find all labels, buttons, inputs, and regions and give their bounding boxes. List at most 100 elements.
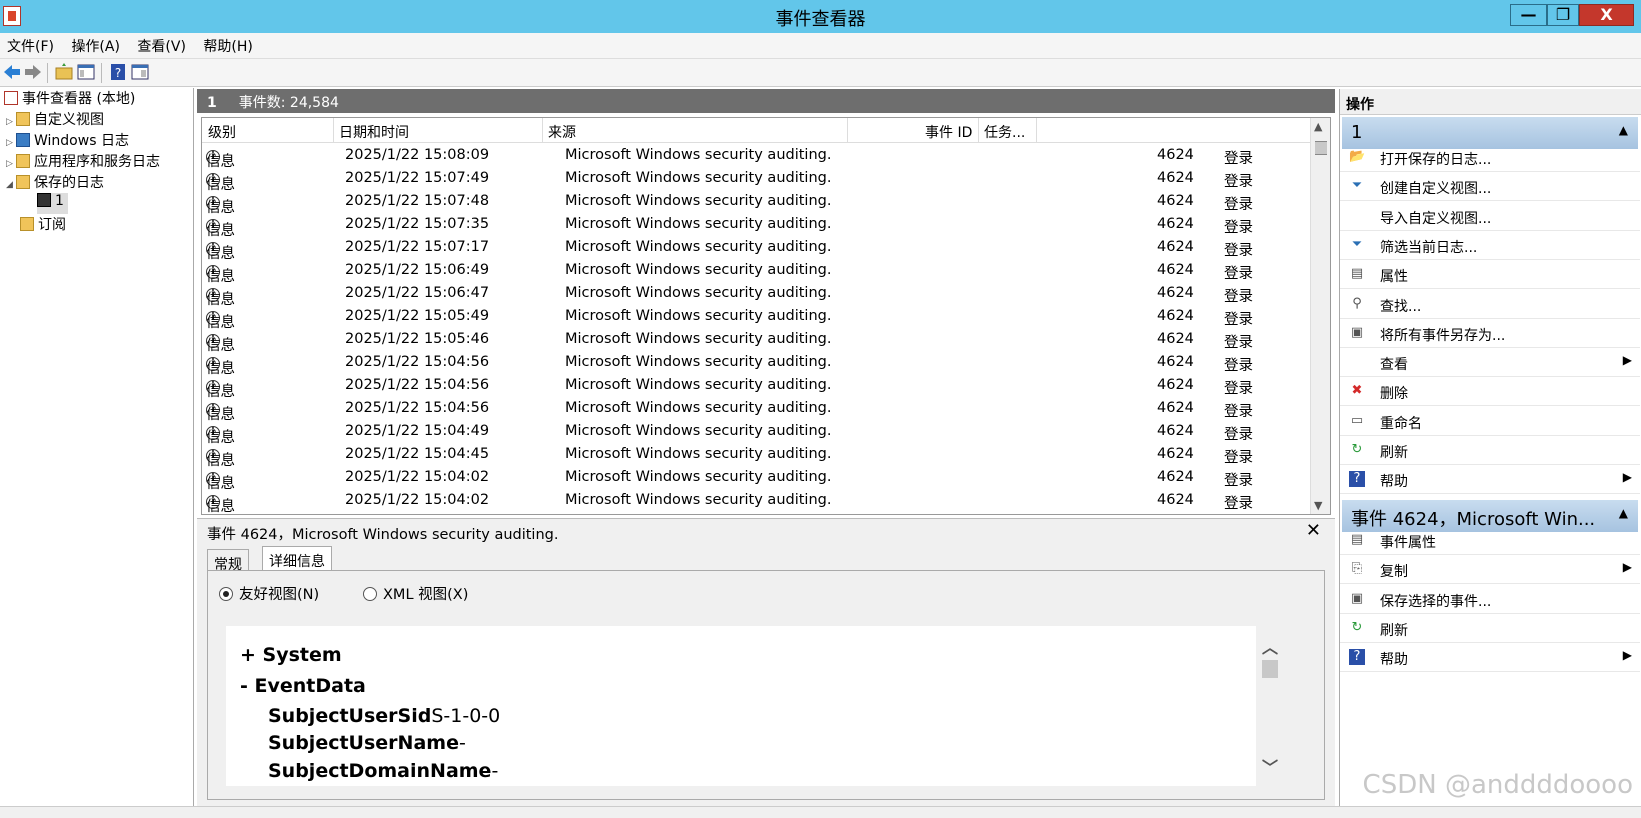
- action-item[interactable]: ▤ 事件属性: [1340, 526, 1640, 555]
- tab-general[interactable]: 常规: [207, 549, 249, 573]
- action-item[interactable]: 查看 ▶: [1340, 348, 1640, 378]
- chevron-down-icon[interactable]: ﹀: [1262, 754, 1278, 778]
- column-header-event-id[interactable]: 事件 ID: [925, 122, 972, 142]
- collapse-arrow-icon[interactable]: ◢: [6, 180, 16, 190]
- column-header-source[interactable]: 来源: [548, 122, 576, 142]
- tree-item-root[interactable]: 事件查看器 (本地): [4, 88, 135, 109]
- minimize-button[interactable]: —: [1510, 4, 1547, 26]
- menu-action[interactable]: 操作(A): [64, 33, 126, 56]
- xml-view-radio[interactable]: XML 视图(X): [363, 583, 468, 604]
- event-id-cell: 4624: [1157, 239, 1194, 255]
- watermark: CSDN @anddddoooo: [1362, 770, 1633, 800]
- column-divider[interactable]: [847, 118, 848, 143]
- folder-icon: [16, 154, 30, 168]
- table-row[interactable]: i 信息 2025/1/22 15:06:49 Microsoft Windows s…: [202, 259, 1312, 285]
- column-divider[interactable]: [333, 118, 334, 143]
- column-header-date[interactable]: 日期和时间: [339, 122, 409, 142]
- column-divider[interactable]: [1036, 118, 1037, 143]
- action-item[interactable]: ? 帮助 ▶: [1340, 465, 1640, 495]
- task-cell: 登录: [1224, 220, 1253, 236]
- table-row[interactable]: i 信息 2025/1/22 15:04:45 Microsoft Windows s…: [202, 443, 1312, 469]
- action-item[interactable]: ↻ 刷新: [1340, 436, 1640, 465]
- collapse-icon[interactable]: ▲: [1619, 506, 1628, 520]
- table-row[interactable]: i 信息 2025/1/22 15:07:17 Microsoft Windows s…: [202, 236, 1312, 262]
- table-row[interactable]: i 信息 2025/1/22 15:04:02 Microsoft Windows s…: [202, 489, 1312, 514]
- action-item[interactable]: ⏷ 筛选当前日志...: [1340, 231, 1640, 260]
- action-item[interactable]: 📂 打开保存的日志...: [1340, 143, 1640, 172]
- table-row[interactable]: i 信息 2025/1/22 15:05:46 Microsoft Windows s…: [202, 328, 1312, 354]
- tree-item-saved-log-1[interactable]: 1: [37, 193, 68, 214]
- eventdata-node[interactable]: - EventData: [240, 675, 366, 697]
- menu-view[interactable]: 查看(V): [130, 33, 192, 56]
- show-hide-tree-icon[interactable]: [76, 62, 96, 82]
- scroll-thumb[interactable]: [1262, 660, 1278, 678]
- status-bar: [0, 806, 1641, 818]
- up-folder-icon[interactable]: [54, 62, 74, 82]
- system-node[interactable]: + System: [240, 644, 342, 666]
- collapse-icon[interactable]: ▲: [1619, 123, 1628, 137]
- restore-button[interactable]: ❐: [1547, 4, 1579, 26]
- tree-item-subscriptions[interactable]: 订阅: [20, 214, 66, 235]
- table-row[interactable]: i 信息 2025/1/22 15:04:49 Microsoft Windows s…: [202, 420, 1312, 446]
- table-row[interactable]: i 信息 2025/1/22 15:07:48 Microsoft Windows s…: [202, 190, 1312, 216]
- table-row[interactable]: i 信息 2025/1/22 15:08:09 Microsoft Windows s…: [202, 144, 1312, 170]
- source-cell: Microsoft Windows security auditing.: [565, 492, 832, 508]
- action-item[interactable]: ▣ 保存选择的事件...: [1340, 585, 1640, 614]
- table-row[interactable]: i 信息 2025/1/22 15:06:47 Microsoft Windows s…: [202, 282, 1312, 308]
- tree-item-app-service-logs[interactable]: ▷ 应用程序和服务日志: [6, 151, 160, 172]
- action-item[interactable]: 导入自定义视图...: [1340, 202, 1640, 231]
- scroll-down-icon[interactable]: ▼: [1314, 499, 1322, 512]
- source-cell: Microsoft Windows security auditing.: [565, 308, 832, 324]
- action-item[interactable]: ▤ 属性: [1340, 260, 1640, 290]
- source-cell: Microsoft Windows security auditing.: [565, 285, 832, 301]
- table-row[interactable]: i 信息 2025/1/22 15:04:56 Microsoft Windows s…: [202, 351, 1312, 377]
- friendly-view-radio[interactable]: 友好视图(N): [219, 583, 319, 604]
- event-data-view: + System - EventData SubjectUserSidS-1-0…: [226, 626, 1256, 786]
- action-item[interactable]: ⎘ 复制 ▶: [1340, 555, 1640, 585]
- expand-arrow-icon[interactable]: ▷: [6, 159, 16, 169]
- detail-scrollbar[interactable]: ︿ ﹀: [1260, 626, 1280, 786]
- column-divider[interactable]: [542, 118, 543, 143]
- action-item[interactable]: ? 帮助 ▶: [1340, 643, 1640, 673]
- action-item[interactable]: ▭ 重命名: [1340, 407, 1640, 436]
- action-pane-icon[interactable]: [130, 62, 150, 82]
- close-icon[interactable]: ✕: [1306, 520, 1321, 541]
- forward-icon[interactable]: [23, 62, 43, 82]
- menu-help[interactable]: 帮助(H): [196, 33, 258, 56]
- grid-scrollbar[interactable]: ▲ ▼: [1310, 118, 1330, 514]
- menu-bar: 文件(F) 操作(A) 查看(V) 帮助(H): [0, 33, 1641, 59]
- action-item[interactable]: ✖ 删除: [1340, 377, 1640, 407]
- tab-details[interactable]: 详细信息: [262, 546, 332, 571]
- help-icon[interactable]: ?: [108, 62, 128, 82]
- scroll-up-icon[interactable]: ▲: [1314, 120, 1322, 133]
- tree-item-windows-logs[interactable]: ▷ Windows 日志: [6, 130, 129, 151]
- menu-file[interactable]: 文件(F): [0, 33, 60, 56]
- help-icon: ?: [1349, 471, 1365, 488]
- table-row[interactable]: i 信息 2025/1/22 15:07:35 Microsoft Windows s…: [202, 213, 1312, 239]
- action-item[interactable]: ↻ 刷新: [1340, 614, 1640, 643]
- date-cell: 2025/1/22 15:04:56: [345, 354, 490, 370]
- expand-arrow-icon[interactable]: ▷: [6, 117, 16, 127]
- submenu-arrow-icon: ▶: [1622, 470, 1632, 485]
- date-cell: 2025/1/22 15:07:49: [345, 170, 490, 186]
- source-cell: Microsoft Windows security auditing.: [565, 331, 832, 347]
- close-button[interactable]: X: [1579, 4, 1634, 26]
- tree-item-custom-views[interactable]: ▷ 自定义视图: [6, 109, 104, 130]
- back-icon[interactable]: [2, 62, 22, 82]
- tree-item-saved-logs[interactable]: ◢ 保存的日志: [6, 172, 104, 193]
- table-row[interactable]: i 信息 2025/1/22 15:04:56 Microsoft Windows s…: [202, 397, 1312, 423]
- column-divider[interactable]: [978, 118, 979, 143]
- chevron-up-icon[interactable]: ︿: [1262, 634, 1278, 658]
- table-row[interactable]: i 信息 2025/1/22 15:07:49 Microsoft Windows s…: [202, 167, 1312, 193]
- expand-arrow-icon[interactable]: ▷: [6, 138, 16, 148]
- action-item[interactable]: ▣ 将所有事件另存为...: [1340, 319, 1640, 348]
- table-row[interactable]: i 信息 2025/1/22 15:04:02 Microsoft Windows s…: [202, 466, 1312, 492]
- table-row[interactable]: i 信息 2025/1/22 15:05:49 Microsoft Windows s…: [202, 305, 1312, 331]
- table-row[interactable]: i 信息 2025/1/22 15:04:56 Microsoft Windows s…: [202, 374, 1312, 400]
- column-header-task[interactable]: 任务...: [984, 122, 1025, 142]
- scroll-thumb[interactable]: [1315, 141, 1327, 155]
- task-cell: 登录: [1224, 473, 1253, 489]
- action-item[interactable]: ⚲ 查找...: [1340, 290, 1640, 319]
- column-header-level[interactable]: 级别: [208, 122, 236, 142]
- action-item[interactable]: ⏷ 创建自定义视图...: [1340, 172, 1640, 202]
